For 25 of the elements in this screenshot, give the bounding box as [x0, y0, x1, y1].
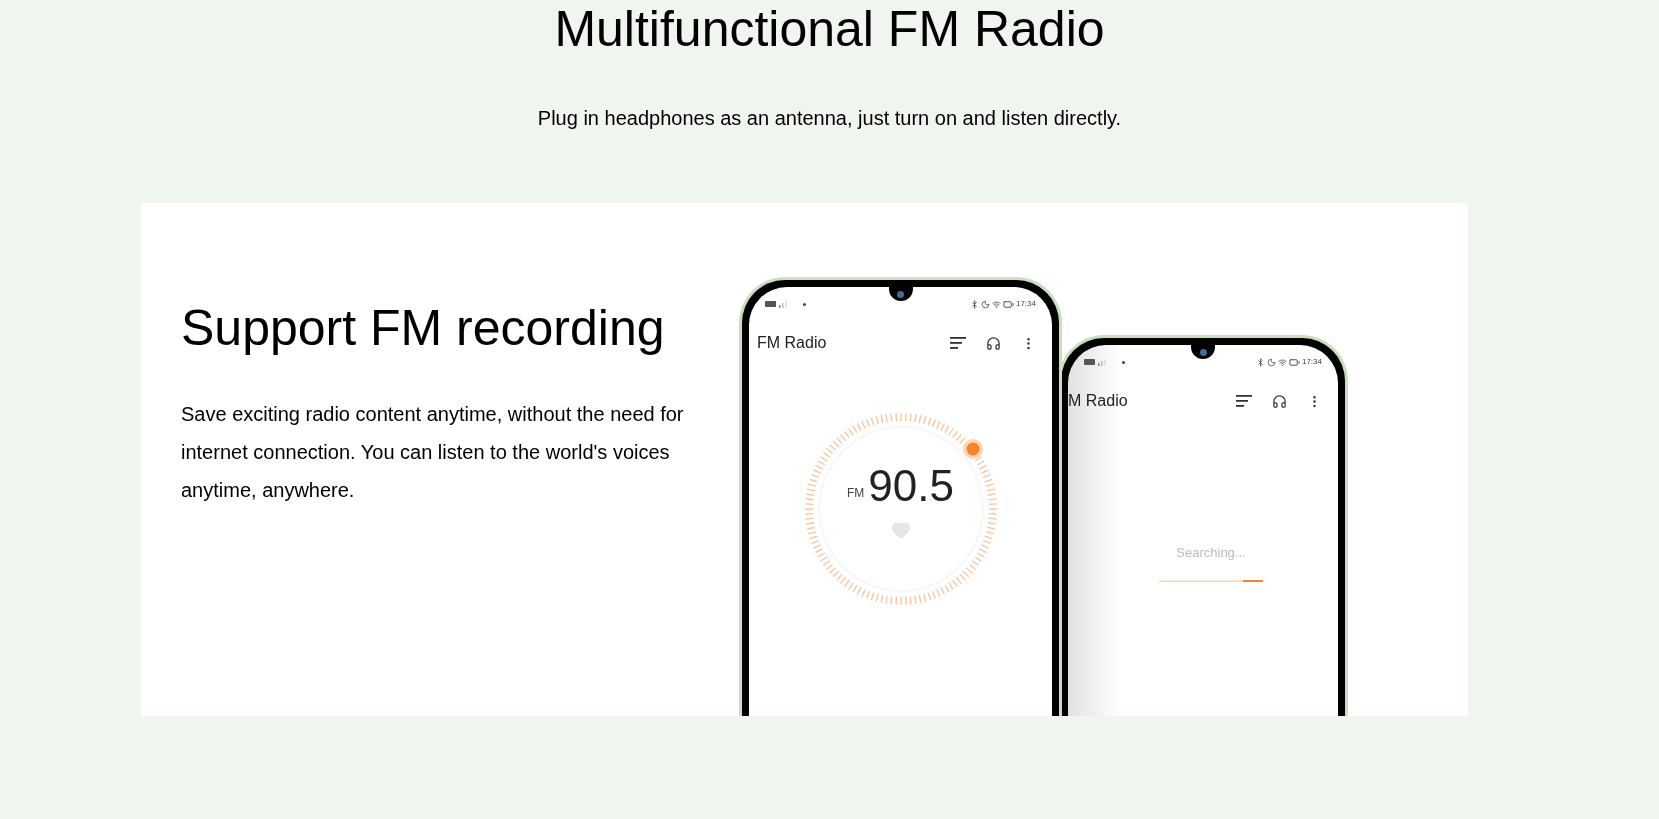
- searching-text: Searching...: [1176, 544, 1246, 562]
- menu-icon[interactable]: [1236, 395, 1252, 407]
- headphones-icon[interactable]: [986, 335, 1001, 351]
- camera-icon: [1199, 348, 1207, 356]
- feature-title: Support FM recording: [181, 303, 666, 353]
- moon-icon: [980, 299, 990, 309]
- page-title: Multifunctional FM Radio: [554, 4, 1105, 54]
- battery-icon: [1288, 356, 1300, 368]
- frequency-readout: 90.5: [868, 464, 954, 508]
- status-time: 17:34: [1015, 300, 1036, 308]
- camera-icon: [897, 290, 904, 298]
- feature-description: Save exciting radio content anytime, without the need for internet connection. You can listen to the world's voices anytime, anywhere.: [181, 402, 685, 503]
- battery-icon: [1002, 298, 1014, 310]
- wifi-icon: [1277, 357, 1287, 367]
- menu-icon[interactable]: [950, 337, 966, 349]
- app-title: FM Radio: [757, 333, 827, 353]
- app-title: M Radio: [1068, 391, 1128, 411]
- headphones-icon[interactable]: [1272, 393, 1287, 409]
- bluetooth-icon: [969, 299, 979, 309]
- page-subtitle: Plug in headphones as an antenna, just turn on and listen directly.: [537, 106, 1122, 131]
- status-time: 17:34: [1301, 358, 1322, 366]
- bluetooth-icon: [1255, 357, 1265, 367]
- moon-icon: [1266, 357, 1276, 367]
- band-label: FM: [847, 485, 865, 502]
- wifi-icon: [991, 299, 1001, 309]
